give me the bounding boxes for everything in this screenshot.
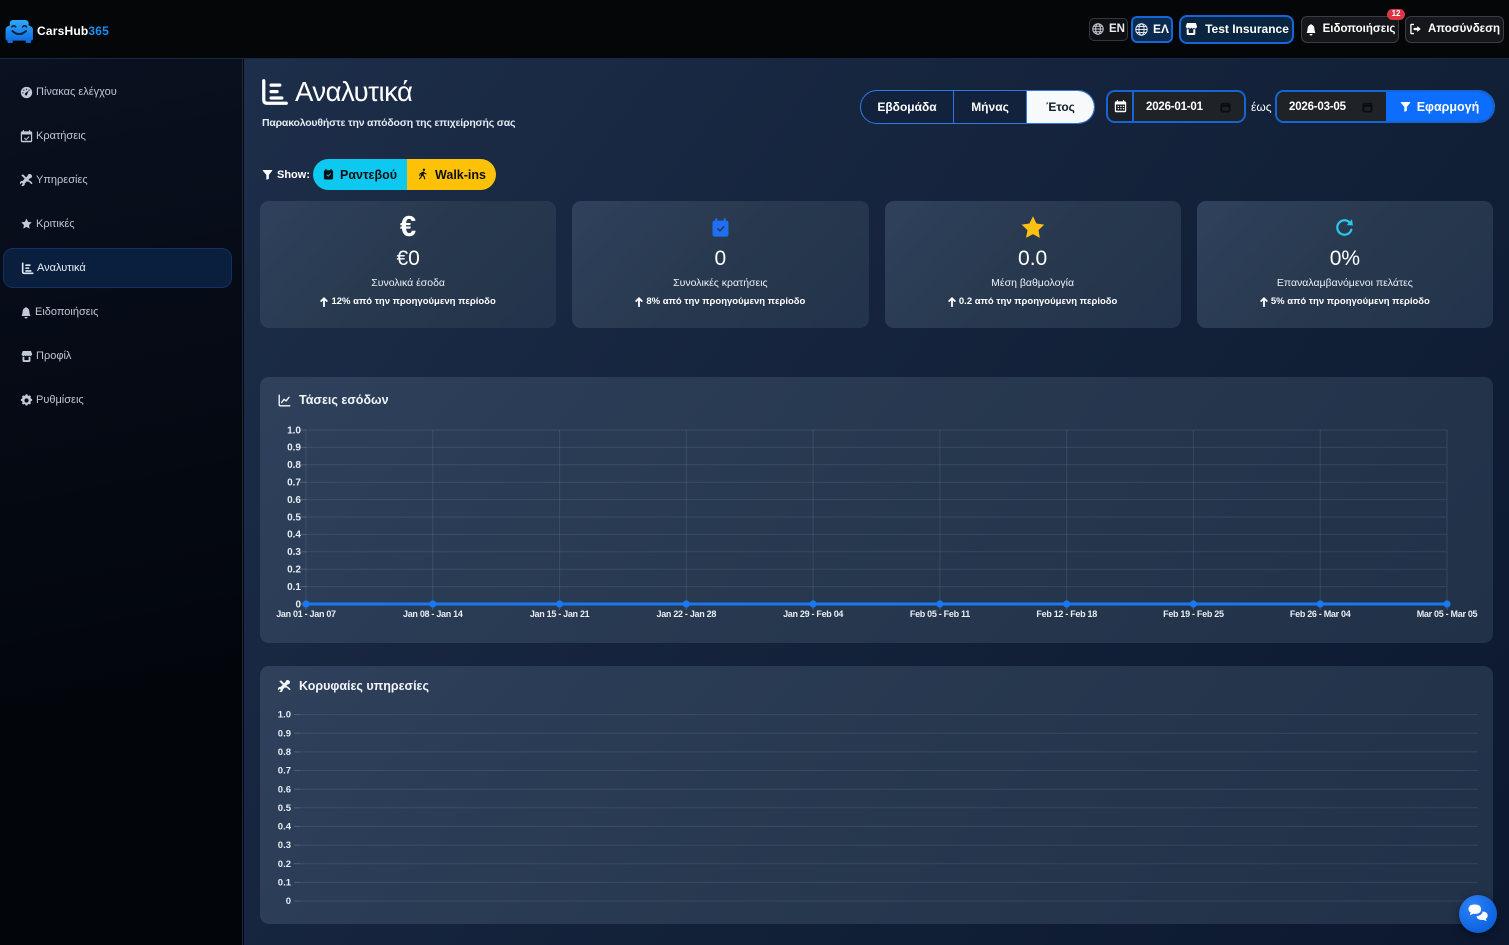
svg-text:0.1: 0.1 (287, 582, 301, 593)
svg-text:0.9: 0.9 (278, 728, 291, 739)
svg-text:0.5: 0.5 (278, 803, 292, 814)
svg-text:0.3: 0.3 (278, 840, 291, 851)
svg-text:0.7: 0.7 (287, 478, 301, 489)
svg-text:Jan 22 - Jan 28: Jan 22 - Jan 28 (657, 609, 717, 619)
svg-text:Feb 12 - Feb 18: Feb 12 - Feb 18 (1036, 609, 1097, 619)
svg-text:Jan 01 - Jan 07: Jan 01 - Jan 07 (276, 609, 336, 619)
svg-text:0.9: 0.9 (287, 443, 301, 454)
svg-text:Jan 15 - Jan 21: Jan 15 - Jan 21 (530, 609, 590, 619)
svg-text:Jan 29 - Feb 04: Jan 29 - Feb 04 (783, 609, 843, 619)
svg-text:0.7: 0.7 (278, 766, 291, 777)
svg-text:Feb 05 - Feb 11: Feb 05 - Feb 11 (910, 609, 970, 619)
svg-text:1.0: 1.0 (278, 710, 291, 721)
svg-text:Feb 26 - Mar 04: Feb 26 - Mar 04 (1290, 609, 1351, 619)
svg-text:0: 0 (286, 896, 291, 907)
svg-text:0.2: 0.2 (278, 859, 291, 870)
svg-text:0.8: 0.8 (287, 460, 301, 471)
svg-text:0.4: 0.4 (287, 530, 301, 541)
svg-text:0.5: 0.5 (287, 512, 301, 523)
svg-text:1.0: 1.0 (287, 425, 301, 436)
svg-text:0.4: 0.4 (278, 822, 292, 833)
svg-text:0.3: 0.3 (287, 547, 301, 558)
svg-text:Feb 19 - Feb 25: Feb 19 - Feb 25 (1163, 609, 1224, 619)
svg-text:Mar 05 - Mar 05: Mar 05 - Mar 05 (1417, 609, 1478, 619)
svg-text:0.6: 0.6 (278, 784, 291, 795)
svg-text:0.1: 0.1 (278, 878, 292, 889)
svg-text:Jan 08 - Jan 14: Jan 08 - Jan 14 (403, 609, 463, 619)
svg-text:0.6: 0.6 (287, 495, 301, 506)
svg-text:0.8: 0.8 (278, 747, 291, 758)
svg-text:0.2: 0.2 (287, 565, 301, 576)
